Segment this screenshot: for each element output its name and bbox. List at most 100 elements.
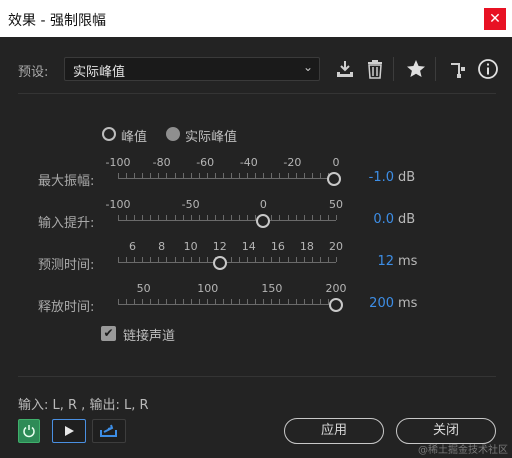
slider-tick: [142, 299, 144, 304]
slider-max-amplitude: 最大振幅: -1.0 dB -100 -80 -60 -40 -20 0: [0, 156, 512, 196]
slider-tick: [311, 257, 313, 262]
slider-tick: [126, 299, 128, 304]
slider-tick: [150, 257, 152, 262]
info-icon[interactable]: [477, 58, 499, 80]
slider-tick: [295, 215, 297, 220]
slider-tick: [295, 299, 297, 304]
slider-tick: [222, 215, 224, 220]
routing-icon[interactable]: [447, 58, 469, 80]
slider-tick-label: -20: [283, 156, 302, 169]
slider-tick: [303, 257, 305, 262]
slider-tick: [287, 257, 289, 262]
slider-tick: [231, 257, 233, 262]
slider-tick: [174, 299, 176, 304]
slider-tick: [206, 173, 208, 178]
slider-tick: [247, 299, 249, 304]
footer-divider: [18, 376, 496, 377]
slider-tick-label: 14: [241, 240, 256, 253]
slider-tick: [303, 173, 305, 178]
slider-tick: [271, 257, 273, 262]
delete-preset-icon[interactable]: [364, 58, 386, 80]
slider-tick-label: 200: [325, 282, 347, 295]
link-channels-checkbox[interactable]: ✔: [101, 326, 116, 341]
slider-lookahead-time: 预测时间: 12 ms 6 8 10 12 14 16 18 20: [0, 240, 512, 280]
slider-track[interactable]: [118, 304, 336, 305]
slider-input-boost: 输入提升: 0.0 dB -100 -50 0 50: [0, 198, 512, 238]
slider-tick: [198, 173, 200, 178]
slider-tick: [118, 257, 119, 262]
slider-tick: [303, 299, 305, 304]
slider-tick: [319, 173, 321, 178]
favorite-star-icon[interactable]: [405, 58, 427, 80]
slider-tick: [158, 257, 160, 262]
slider-tick: [142, 173, 144, 178]
slider-tick-label: 100: [197, 282, 219, 295]
slider-tick: [166, 215, 168, 220]
apply-button[interactable]: 应用: [284, 418, 384, 444]
slider-tick-label: -100: [105, 198, 131, 211]
slider-tick: [182, 215, 184, 220]
slider-thumb[interactable]: [329, 298, 343, 312]
slider-tick: [222, 173, 224, 178]
slider-tick: [198, 299, 200, 304]
slider-thumb[interactable]: [256, 214, 271, 228]
slider-tick-label: 10: [183, 240, 198, 253]
slider-tick: [311, 215, 313, 220]
play-button[interactable]: [52, 419, 86, 443]
slider-track[interactable]: [118, 262, 336, 263]
slider-tick: [271, 173, 273, 178]
slider-tick: [118, 299, 119, 304]
slider-tick: [134, 173, 136, 178]
link-channels-label: 链接声道: [123, 329, 176, 344]
slider-tick-label: 50: [329, 198, 343, 211]
window-title: 效果 - 强制限幅: [8, 13, 106, 29]
slider-unit: ms: [398, 254, 418, 269]
slider-tick: [239, 299, 241, 304]
preset-dropdown[interactable]: 实际峰值 ⌄: [64, 57, 320, 81]
slider-tick: [336, 215, 337, 220]
slider-tick: [271, 299, 273, 304]
slider-track[interactable]: [118, 178, 336, 179]
power-toggle-button[interactable]: [18, 419, 40, 443]
slider-tick: [231, 173, 233, 178]
radio-peak[interactable]: [102, 127, 116, 141]
loop-export-button[interactable]: [92, 419, 126, 443]
slider-release-time: 释放时间: 200 ms 50 100 150 200: [0, 282, 512, 322]
slider-tick: [150, 173, 152, 178]
slider-tick: [279, 173, 281, 178]
slider-tick: [231, 215, 233, 220]
slider-tick: [247, 215, 249, 220]
slider-tick: [247, 173, 249, 178]
slider-tick: [263, 173, 265, 178]
slider-tick: [214, 173, 216, 178]
slider-tick: [287, 173, 289, 178]
radio-true-peak[interactable]: [166, 127, 180, 141]
slider-track[interactable]: [118, 220, 336, 221]
slider-label: 输入提升:: [38, 216, 95, 231]
dialog-body: 预设: 实际峰值 ⌄ 峰值 实际峰值 最大振幅: -1.0 dB -100 -80…: [0, 37, 512, 458]
slider-tick: [118, 173, 119, 178]
slider-tick: [303, 215, 305, 220]
slider-unit: dB: [398, 170, 416, 185]
slider-value[interactable]: 0.0: [373, 212, 394, 227]
slider-tick: [142, 257, 144, 262]
slider-label: 预测时间:: [38, 258, 95, 273]
slider-tick: [206, 215, 208, 220]
slider-tick: [190, 173, 192, 178]
slider-tick: [158, 173, 160, 178]
save-preset-icon[interactable]: [334, 58, 356, 80]
slider-tick: [239, 215, 241, 220]
slider-tick: [214, 215, 216, 220]
slider-thumb[interactable]: [212, 256, 227, 270]
preset-label: 预设:: [18, 65, 49, 80]
slider-tick: [336, 257, 337, 262]
slider-tick: [287, 299, 289, 304]
slider-tick: [142, 215, 144, 220]
slider-value[interactable]: 200: [369, 296, 394, 311]
close-window-button[interactable]: ✕: [484, 8, 506, 30]
slider-tick-label: 6: [129, 240, 137, 253]
slider-thumb[interactable]: [326, 172, 341, 186]
slider-tick-label: 20: [329, 240, 343, 253]
slider-value[interactable]: -1.0: [369, 170, 394, 185]
slider-value[interactable]: 12: [377, 254, 394, 269]
